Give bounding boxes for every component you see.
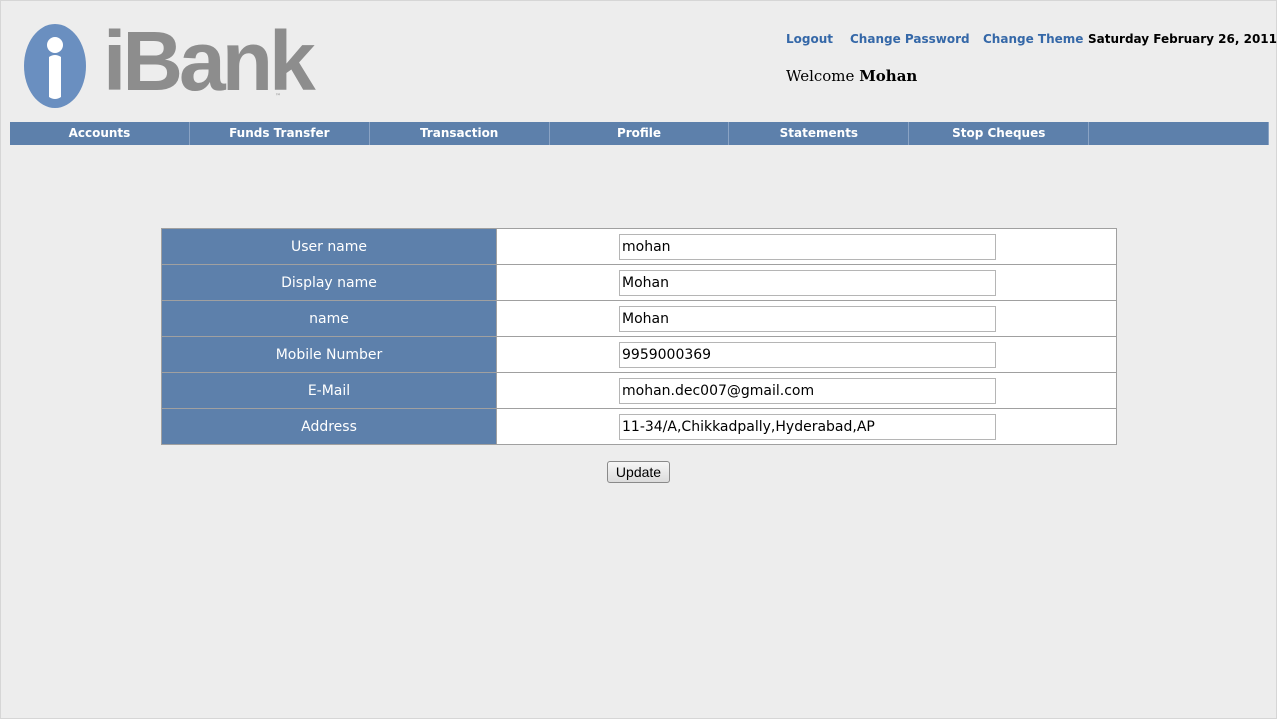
display-name-input[interactable] xyxy=(619,270,996,296)
change-password-link[interactable]: Change Password xyxy=(850,32,970,46)
user-name-label: User name xyxy=(161,228,497,265)
nav-item-transaction[interactable]: Transaction xyxy=(370,122,550,145)
email-label: E-Mail xyxy=(161,372,497,409)
nav-item-funds-transfer[interactable]: Funds Transfer xyxy=(190,122,370,145)
ibank-logo-text: iBank xyxy=(103,14,316,108)
form-row-email: E-Mail xyxy=(161,372,1117,409)
mobile-number-input[interactable] xyxy=(619,342,996,368)
nav-item-statements[interactable]: Statements xyxy=(729,122,910,145)
ibank-logo-mark-icon xyxy=(24,24,86,108)
nav-item-empty xyxy=(1089,122,1270,145)
nav-item-profile[interactable]: Profile xyxy=(550,122,730,145)
name-input[interactable] xyxy=(619,306,996,332)
current-date: Saturday February 26, 2011 xyxy=(1088,32,1277,46)
address-label: Address xyxy=(161,408,497,445)
form-row-name: name xyxy=(161,300,1117,337)
form-row-address: Address xyxy=(161,408,1117,445)
profile-form: User name Display name name Mobile Numbe… xyxy=(161,228,1117,445)
name-label: name xyxy=(161,300,497,337)
main-nav: Accounts Funds Transfer Transaction Prof… xyxy=(10,122,1270,145)
form-row-mobile-number: Mobile Number xyxy=(161,336,1117,373)
update-button[interactable]: Update xyxy=(607,461,670,483)
display-name-label: Display name xyxy=(161,264,497,301)
address-input[interactable] xyxy=(619,414,996,440)
nav-item-stop-cheques[interactable]: Stop Cheques xyxy=(909,122,1090,145)
form-row-display-name: Display name xyxy=(161,264,1117,301)
email-input[interactable] xyxy=(619,378,996,404)
nav-item-accounts[interactable]: Accounts xyxy=(10,122,190,145)
form-row-user-name: User name xyxy=(161,228,1117,265)
mobile-number-label: Mobile Number xyxy=(161,336,497,373)
user-name-input[interactable] xyxy=(619,234,996,260)
welcome-message: Welcome Mohan xyxy=(786,67,917,85)
trademark-symbol: ™ xyxy=(275,93,281,100)
welcome-prefix: Welcome xyxy=(786,67,855,85)
ibank-logo: iBank ™ xyxy=(23,19,316,113)
page: iBank ™ Logout Change Password Change Th… xyxy=(0,0,1277,719)
change-theme-link[interactable]: Change Theme xyxy=(983,32,1083,46)
logout-link[interactable]: Logout xyxy=(786,32,833,46)
welcome-user-name: Mohan xyxy=(859,67,918,85)
